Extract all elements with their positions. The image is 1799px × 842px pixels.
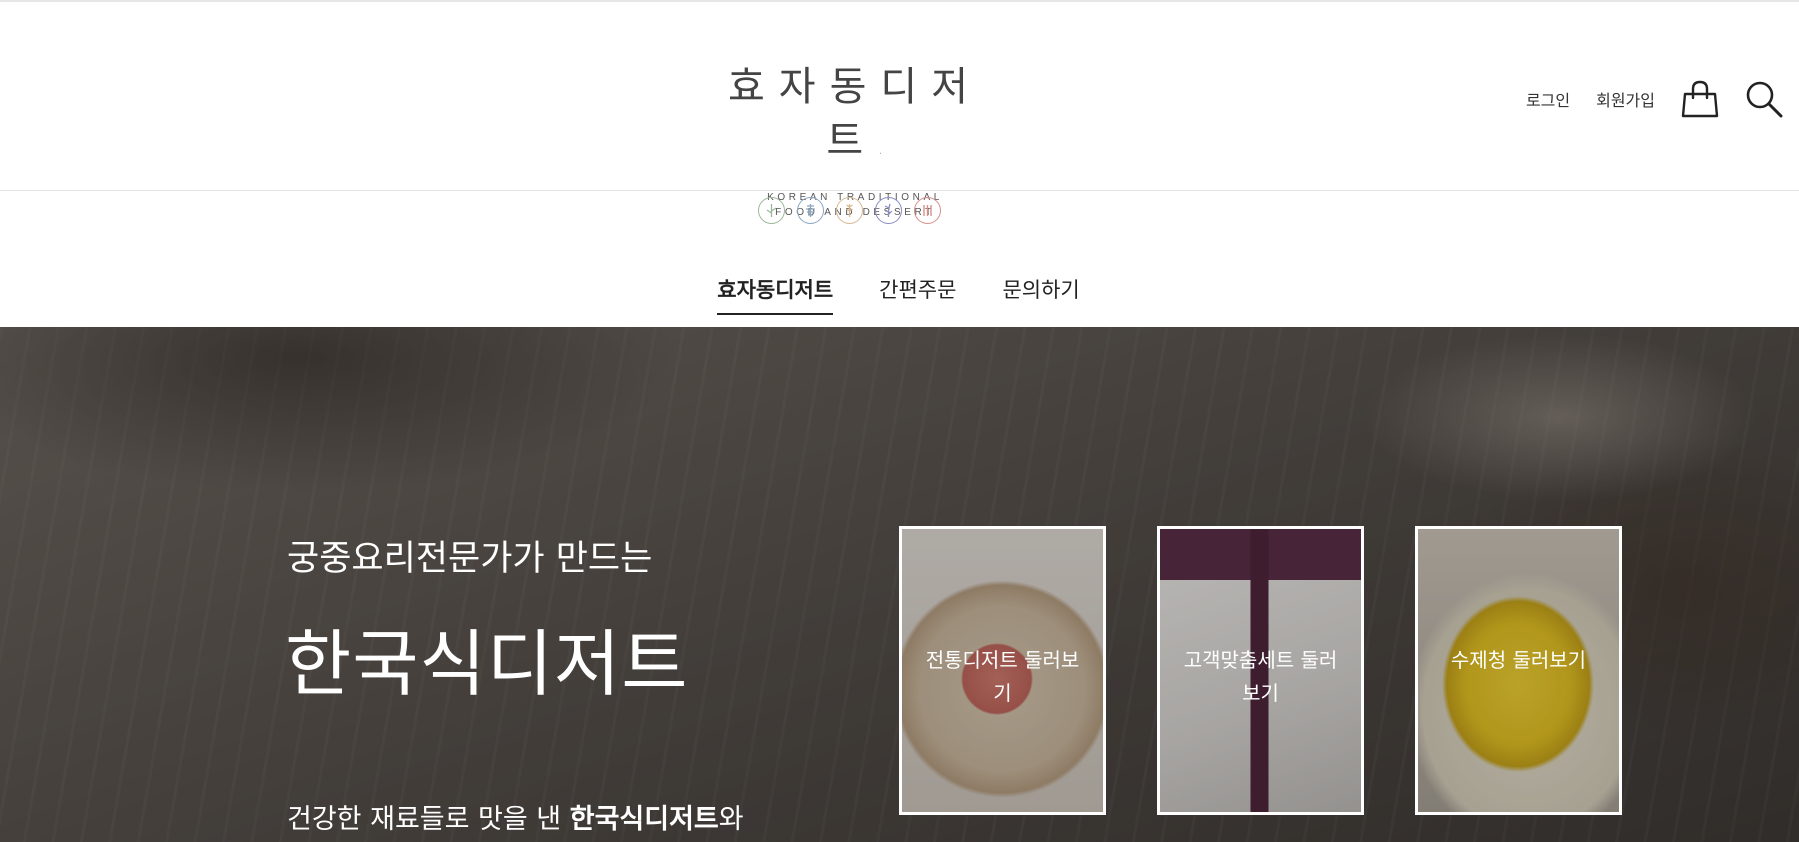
hero-title: 한국식디저트 <box>285 622 689 706</box>
nav-item-hyojadong-dessert[interactable]: 효자동디저트 <box>717 270 834 315</box>
bars-symbol-icon <box>914 197 941 224</box>
main-nav: 효자동디저트 간편주문 문의하기 <box>0 270 1799 315</box>
leaf-symbol-icon <box>758 197 785 224</box>
card-custom-set[interactable]: 고객맞춤세트 둘러보기 <box>1157 526 1364 815</box>
hero-banner: 궁중요리전문가가 만드는 한국식디저트 건강한 재료들로 맛을 낸 한국식디저트… <box>0 327 1799 842</box>
card-label: 수제청 둘러보기 <box>1450 648 1587 672</box>
card-label: 전통디저트 둘러보기 <box>925 648 1080 705</box>
logo-korean-text: 효자동디저트. <box>728 64 982 164</box>
nav-item-quick-order[interactable]: 간편주문 <box>879 270 956 315</box>
search-icon[interactable] <box>1743 77 1785 121</box>
brand-symbols <box>758 197 941 224</box>
card-traditional-dessert[interactable]: 전통디저트 둘러보기 <box>899 526 1106 815</box>
card-label: 고객맞춤세트 둘러보기 <box>1183 648 1338 705</box>
hero-subtitle: 궁중요리전문가가 만드는 <box>287 539 653 579</box>
site-header: 효자동디저트. KOREAN TRADITIONAL FOOD AND DESS… <box>0 2 1799 218</box>
category-cards: 전통디저트 둘러보기 고객맞춤세트 둘러보기 수제청 둘러보기 <box>899 526 1622 815</box>
grain-symbol-icon <box>797 197 824 224</box>
utility-menu: 로그인 회원가입 <box>1526 74 1785 124</box>
wheat-symbol-icon <box>836 197 863 224</box>
herb-symbol-icon <box>875 197 902 224</box>
hero-description: 건강한 재료들로 맛을 낸 한국식디저트와 <box>287 804 744 835</box>
signup-link[interactable]: 회원가입 <box>1596 87 1655 111</box>
shopping-bag-icon[interactable] <box>1679 77 1721 121</box>
login-link[interactable]: 로그인 <box>1526 87 1570 111</box>
site-logo[interactable]: 효자동디저트. KOREAN TRADITIONAL FOOD AND DESS… <box>710 60 1000 218</box>
card-homemade-syrup[interactable]: 수제청 둘러보기 <box>1415 526 1622 815</box>
nav-item-inquiry[interactable]: 문의하기 <box>1002 270 1079 315</box>
